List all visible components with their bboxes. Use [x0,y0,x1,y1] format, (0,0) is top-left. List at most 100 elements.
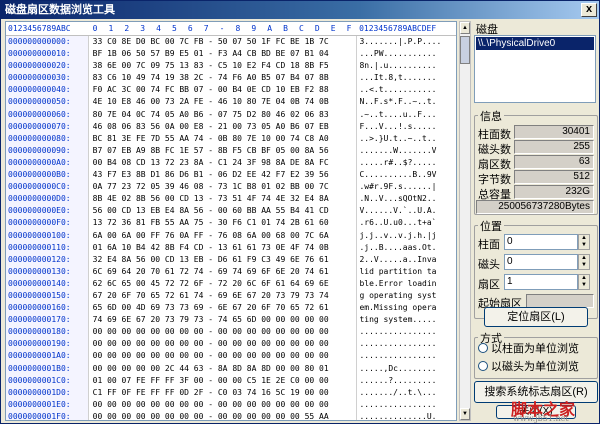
row-ascii: N..F.s*.F..~..t. [356,96,456,109]
ascii-header: 0123456789ABCDEF [359,24,437,33]
sector-label: 扇区 [478,279,500,291]
hex-row[interactable]: 000000000020: 38 6E 00 7C 09 75 13 83 - C… [6,60,456,73]
mode-option-label: 以磁头为单位浏览 [491,361,579,373]
hex-row[interactable]: 000000000150: 67 20 6F 70 65 72 61 74 - 6… [6,289,456,303]
hex-row[interactable]: 000000000170: 74 69 6E 67 20 73 79 73 - 7… [6,314,456,327]
hex-row[interactable]: 000000000060: 80 7E 04 0C 74 05 A0 B6 - 0… [6,108,456,121]
hex-row[interactable]: 0000000001E0: 00 00 00 00 00 00 00 00 - 0… [6,398,456,411]
head-spin-icon[interactable]: ▲ ▼ [578,254,590,270]
byte-column-header: 0 [92,24,98,33]
row-bytes: 56 00 CD 13 EB E4 8A 56 - 00 60 BB AA 55… [87,205,357,218]
byte-column-headers: 0 1 2 3 4 5 6 7 - 8 9 A B C D E F [87,22,357,35]
row-ascii: .~..t....u..F... [356,108,456,121]
hex-row[interactable]: 000000000160: 65 6D 00 4D 69 73 73 69 - 6… [6,302,456,315]
head-input[interactable]: 0 [504,254,578,270]
row-ascii: .j..B....aas.Ot. [356,241,456,254]
hex-row[interactable]: 000000000110: 01 6A 10 B4 42 8B F4 CD - 1… [6,241,456,254]
cylinder-input[interactable]: 0 [504,234,578,250]
locate-sector-button[interactable]: 定位扇区(L) [484,307,588,327]
row-ascii: 3.......|.P.P.... [356,36,456,49]
byte-column-header: 2 [124,24,130,33]
info-value: 30401 [514,125,594,139]
row-ascii: ble.Error loadin [356,277,456,290]
scroll-down-icon[interactable]: ▼ [460,408,470,420]
info-value: 512 [514,170,594,184]
window-close-button[interactable]: x [581,3,597,17]
row-address: 000000000080: [6,132,88,145]
hex-row[interactable]: 0000000000D0: 8B 4E 02 8B 56 00 CD 13 - 7… [6,193,456,206]
row-ascii: ..<.t........... [356,84,456,97]
row-address: 000000000010: [6,48,88,61]
row-ascii: ................ [356,326,456,339]
row-address: 0000000000C0: [6,181,88,194]
hex-row[interactable]: 000000000030: 83 C6 10 49 74 19 38 2C - 7… [6,72,456,85]
sector-input[interactable]: 1 [504,274,578,290]
hex-row[interactable]: 000000000140: 62 6C 65 00 45 72 72 6F - 7… [6,277,456,290]
hex-rows: 000000000000: 33 C0 8E D0 BC 00 7C FB - 5… [6,36,456,420]
row-ascii: lid partition ta [356,265,456,278]
row-ascii: ......?......... [356,374,456,387]
hex-row[interactable]: 0000000001D0: C1 FF 0F FE FF FF 0D 2F - C… [6,386,456,399]
hex-row[interactable]: 000000000050: 4E 10 E8 46 00 73 2A FE - 4… [6,96,456,109]
hex-scrollbar[interactable]: ▲ ▼ [459,21,471,421]
byte-column-header: A [267,24,273,33]
row-address: 000000000030: [6,72,88,85]
row-ascii: j.j..v..v.j.h.|j [356,229,456,242]
byte-column-header: - [219,24,225,33]
row-ascii: ................ [356,338,456,351]
hex-row[interactable]: 0000000000B0: 43 F7 E3 8B D1 86 D6 B1 - 0… [6,169,456,182]
row-ascii: g operating syst [356,289,456,303]
row-address: 0000000001C0: [6,374,88,387]
hex-row[interactable]: 0000000000C0: 0A 77 23 72 05 39 46 08 - 7… [6,181,456,194]
row-address: 000000000140: [6,277,88,290]
hex-row[interactable]: 000000000190: 00 00 00 00 00 00 00 00 - 0… [6,338,456,351]
row-bytes: F0 AC 3C 00 74 FC BB 07 - 00 B4 0E CD 10… [87,84,357,97]
hex-row[interactable]: 0000000001A0: 00 00 00 00 00 00 00 00 - 0… [6,350,456,363]
row-address: 0000000001F0: [6,410,88,420]
row-ascii: ..>.}U.t..~..t.. [356,132,456,145]
hex-view[interactable]: 0123456789ABC 0 1 2 3 4 5 6 7 - 8 9 A B C D E F 01234567… [5,21,457,421]
hex-row[interactable]: 0000000000F0: 13 72 36 81 FB 55 AA 75 - 3… [6,217,456,230]
hex-row[interactable]: 000000000130: 6C 69 64 20 70 61 72 74 - 6… [6,265,456,278]
cylinder-spin-icon[interactable]: ▲ ▼ [578,234,590,250]
mode-option-label: 以柱面为单位浏览 [491,343,579,355]
row-ascii: V......V.`..U.A. [356,205,456,218]
scroll-thumb[interactable] [460,36,470,64]
hex-row[interactable]: 000000000120: 32 E4 8A 56 00 CD 13 EB - D… [6,253,456,266]
row-bytes: 0A 77 23 72 05 39 46 08 - 73 1C B8 01 02… [87,181,357,194]
hex-row[interactable]: 0000000000A0: 00 B4 08 CD 13 72 23 8A - C… [6,156,456,170]
hex-row[interactable]: 000000000080: BC 81 3E FE 7D 55 AA 74 - 0… [6,132,456,145]
head-row: 磁头 0 ▲ ▼ [476,254,596,271]
mode-radio-cylinder[interactable]: 以柱面为单位浏览 [478,342,579,356]
hex-row[interactable]: 0000000000E0: 56 00 CD 13 EB E4 8A 56 - 0… [6,205,456,218]
row-ascii: ................ [356,350,456,363]
hex-row[interactable]: 000000000040: F0 AC 3C 00 74 FC BB 07 - 0… [6,84,456,97]
row-ascii: ................ [356,398,456,411]
hex-row[interactable]: 0000000001F0: 00 00 00 00 00 00 00 00 - 0… [6,410,456,420]
row-ascii: .......W.......V [356,144,456,157]
info-row-bytes: 字节数 512 [476,170,596,186]
hex-row[interactable]: 000000000000: 33 C0 8E D0 BC 00 7C FB - 5… [6,36,456,49]
row-address: 0000000000D0: [6,193,88,206]
mode-radio-head[interactable]: 以磁头为单位浏览 [478,360,579,374]
app-window: 磁盘扇区数据浏览工具 x 0123456789ABC 0 1 2 3 4 5 6 7 - 8 9 A B… [0,0,600,424]
hex-row[interactable]: 0000000001B0: 00 00 00 00 00 2C 44 63 - 8… [6,362,456,375]
hex-row[interactable]: 000000000090: B7 07 EB A9 8B FC 1E 57 - 8… [6,144,456,157]
scroll-up-icon[interactable]: ▲ [460,22,470,34]
hex-row[interactable]: 000000000180: 00 00 00 00 00 00 00 00 - 0… [6,326,456,339]
hex-row[interactable]: 000000000010: BF 1B 06 50 57 B9 E5 01 - F… [6,48,456,61]
hex-row[interactable]: 0000000001C0: 01 00 07 FE FF FF 3F 00 - 0… [6,374,456,387]
disk-list-item[interactable]: \\.\PhysicalDrive0 [476,37,594,50]
info-value: 63 [514,155,594,169]
row-ascii: em.Missing opera [356,302,456,315]
row-bytes: 8B 4E 02 8B 56 00 CD 13 - 73 51 4F 74 4E… [87,193,357,206]
hex-row[interactable]: 000000000100: 6A 00 6A 00 FF 76 0A FF - 7… [6,229,456,242]
disk-list[interactable]: \\.\PhysicalDrive0 [474,35,596,103]
row-ascii: ...It.8,t....... [356,72,456,85]
row-address: 000000000040: [6,84,88,97]
hex-row[interactable]: 000000000070: 46 08 06 83 56 0A 00 E8 - 2… [6,120,456,133]
sector-spin-icon[interactable]: ▲ ▼ [578,274,590,290]
row-address: 0000000000F0: [6,217,88,230]
row-bytes: 4E 10 E8 46 00 73 2A FE - 46 10 80 7E 04… [87,96,357,109]
row-ascii: .r6..U.u0...t+a` [356,217,456,230]
